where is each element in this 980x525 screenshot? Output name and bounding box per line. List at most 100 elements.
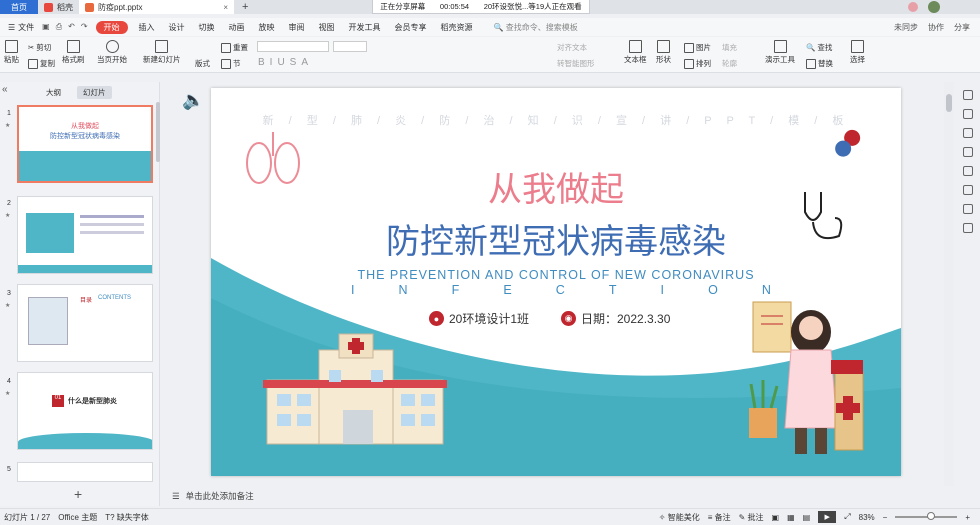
slide-thumbnail[interactable]: 01 什么是新型肺炎	[17, 372, 153, 450]
cut-button[interactable]: ✂ 剪切	[28, 42, 51, 53]
add-slide-button[interactable]: +	[74, 486, 82, 502]
normal-view-icon[interactable]: ▣	[772, 513, 780, 522]
speaker-icon[interactable]: 🔈	[182, 90, 204, 111]
layout-button[interactable]: 版式	[195, 58, 210, 69]
notes-toggle-button[interactable]: ≡ 备注	[708, 512, 731, 523]
home-tab[interactable]: 首页	[0, 0, 38, 14]
slide-canvas[interactable]: 新 / 型 / 肺 / 炎 / 防 / 治 / 知 / 识 / 宣 / 讲 / …	[211, 88, 901, 476]
play-slideshow-button[interactable]: ▶	[818, 511, 837, 523]
print-icon[interactable]: ⎙	[56, 22, 62, 32]
slide-thumbnail[interactable]: 目录 CONTENTS	[17, 284, 153, 362]
screen-share-banner[interactable]: 正在分享屏幕 00:05:54 20环设张悦...等19人正在观看	[372, 0, 590, 14]
arrange-button[interactable]: 排列	[684, 58, 711, 69]
format-buttons[interactable]: BIUSA	[258, 57, 313, 68]
picture-button[interactable]: 图片	[684, 42, 711, 53]
align-text-button[interactable]: 对齐文本	[557, 42, 587, 53]
convert-smartart-button[interactable]: 转智能图形	[557, 58, 595, 69]
tab-member[interactable]: 会员专享	[388, 22, 434, 33]
collaborate-button[interactable]: 协作	[928, 22, 944, 33]
layout-icon[interactable]	[963, 166, 973, 176]
slideshow-tools-button[interactable]: 演示工具	[765, 40, 795, 65]
share-button[interactable]: 分享	[954, 22, 970, 33]
tab-view[interactable]: 视图	[312, 22, 342, 33]
font-size-select[interactable]	[333, 41, 367, 52]
avatar[interactable]	[928, 1, 940, 13]
theme-icon[interactable]	[963, 90, 973, 100]
find-button[interactable]: 🔍 查找	[806, 42, 832, 53]
zoom-slider[interactable]	[895, 512, 958, 520]
fill-label: 填充	[722, 43, 737, 52]
class-info[interactable]: ● 20环境设计1班	[429, 310, 529, 327]
zoom-slider-knob[interactable]	[927, 512, 936, 520]
paste-button[interactable]: 粘贴	[4, 40, 19, 65]
missing-font-button[interactable]: T? 缺失字体	[101, 512, 153, 523]
tab-slideshow[interactable]: 放映	[252, 22, 282, 33]
slides-panel: « 大纲 幻灯片 1 ★ 从我做起 防控新型冠状病毒感染 2 ★ 3 ★ 目录 …	[0, 82, 160, 506]
ppt-file-icon	[85, 2, 94, 12]
slide-title-sub[interactable]: 防控新型冠状病毒感染	[211, 214, 901, 263]
slide-thumbnail[interactable]	[17, 462, 153, 482]
slide-title-english[interactable]: THE PREVENTION AND CONTROL OF NEW CORONA…	[211, 268, 901, 282]
tab-document[interactable]: 防疫ppt.pptx ×	[79, 0, 234, 14]
tab-transition[interactable]: 切换	[192, 22, 222, 33]
close-icon[interactable]: ×	[223, 3, 228, 12]
zoom-out-icon[interactable]: −	[883, 513, 888, 522]
sync-status[interactable]: 未同步	[894, 22, 918, 33]
panel-scrollbar[interactable]	[156, 102, 160, 162]
shape-button[interactable]: 形状	[656, 40, 671, 65]
copy-button[interactable]: 复制	[28, 58, 55, 69]
slide-number: 1	[7, 110, 11, 117]
tab-animation[interactable]: 动画	[222, 22, 252, 33]
play-from-current-button[interactable]: 当页开始	[97, 40, 127, 65]
file-menu[interactable]: ☰ 文件	[0, 22, 34, 33]
comment-button[interactable]: ✎ 批注	[739, 512, 764, 523]
fill-button[interactable]: 填充	[722, 42, 737, 53]
smart-beautify-button[interactable]: ✧ 智能美化	[659, 512, 700, 523]
tab-insert[interactable]: 插入	[132, 22, 162, 33]
reset-button[interactable]: 重置	[221, 42, 248, 53]
select-button[interactable]: 选择	[850, 40, 865, 65]
tab-start[interactable]: 开始	[95, 20, 128, 34]
tab-design[interactable]: 设计	[162, 22, 192, 33]
section-button[interactable]: 节	[221, 58, 241, 69]
animation-icon[interactable]	[963, 128, 973, 138]
tab-docer-resources[interactable]: 稻壳资源	[434, 22, 480, 33]
textbox-button[interactable]: 文本框	[624, 40, 647, 65]
date-info[interactable]: ◉ 日期：2022.3.30	[561, 310, 670, 327]
slide-title-main[interactable]: 从我做起	[211, 162, 901, 211]
fit-window-icon[interactable]: ⤢	[844, 512, 850, 522]
notes-pane[interactable]: ☰ 单击此处添加备注	[166, 488, 941, 504]
format-painter-button[interactable]: 格式刷	[62, 40, 85, 65]
command-search[interactable]: 🔍 查找命令、搜索模板	[494, 22, 578, 33]
slide-title-english-line2[interactable]: I N F E C T I O N	[351, 283, 771, 297]
find-label: 查找	[817, 43, 833, 52]
outline-button[interactable]: 轮廓	[722, 58, 737, 69]
ai-icon[interactable]	[963, 185, 973, 195]
ribbon: 粘贴 ✂ 剪切 复制 格式刷 当页开始 新建幻灯片 版式 节 重置 BIUSA 对…	[0, 37, 980, 73]
sorter-view-icon[interactable]: ▦	[787, 513, 795, 522]
properties-icon[interactable]	[963, 109, 973, 119]
new-tab-button[interactable]: +	[242, 1, 248, 13]
reading-view-icon[interactable]: ▤	[803, 513, 811, 522]
redo-icon[interactable]: ↷	[81, 22, 88, 32]
slide-thumbnail[interactable]	[17, 196, 153, 274]
tab-docer[interactable]: 稻壳	[38, 0, 79, 14]
help-icon[interactable]	[963, 204, 973, 214]
collapse-panel-icon[interactable]: «	[2, 84, 8, 95]
zoom-in-icon[interactable]: +	[965, 513, 970, 522]
notification-icon[interactable]	[908, 2, 918, 12]
undo-icon[interactable]: ↶	[68, 22, 75, 32]
save-icon[interactable]: ▣	[42, 22, 50, 32]
tab-review[interactable]: 审阅	[282, 22, 312, 33]
slide-thumbnail[interactable]: 从我做起 防控新型冠状病毒感染	[17, 105, 153, 183]
tab-developer[interactable]: 开发工具	[342, 22, 388, 33]
replace-button[interactable]: 替换	[806, 58, 833, 69]
transition-icon[interactable]	[963, 147, 973, 157]
font-family-select[interactable]	[257, 41, 329, 52]
tab-slides[interactable]: 幻灯片	[77, 86, 112, 99]
scrollbar-thumb[interactable]	[946, 94, 952, 112]
new-slide-button[interactable]: 新建幻灯片	[143, 40, 181, 65]
tab-outline[interactable]: 大纲	[40, 86, 67, 99]
vertical-scrollbar[interactable]	[944, 82, 954, 486]
box-icon[interactable]	[963, 223, 973, 233]
